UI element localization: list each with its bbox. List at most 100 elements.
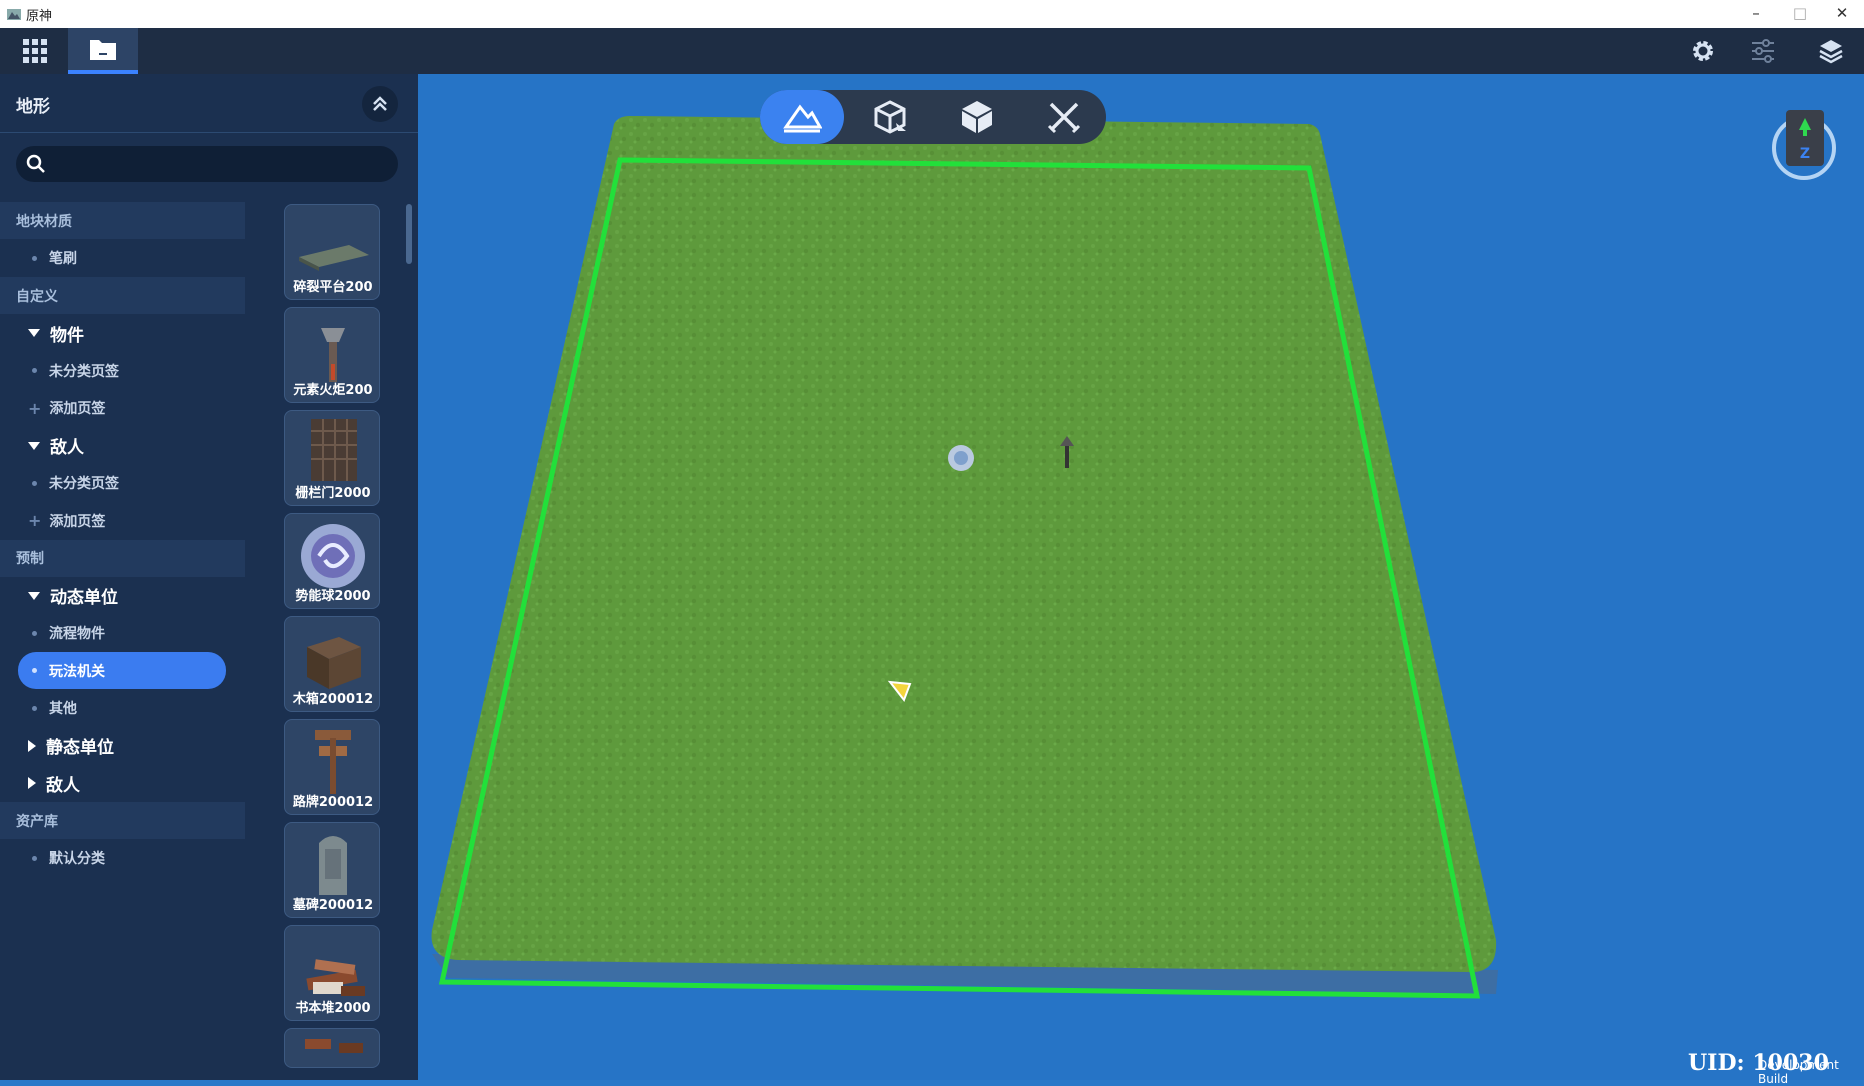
asset-thumbnail[interactable]: 木箱200012 (284, 616, 380, 712)
combat-tool-icon (1047, 102, 1081, 134)
tree-section-header: 预制 (0, 539, 245, 577)
layers-button[interactable] (1796, 28, 1864, 74)
tree-item-label: 未分类页签 (49, 363, 119, 380)
folder-icon (90, 40, 116, 60)
tree-item[interactable]: 流程物件 (0, 615, 245, 652)
asset-thumbnail[interactable]: 元素火炬200 (284, 307, 380, 403)
tree-group[interactable]: 物件 (0, 315, 245, 352)
bullet-icon (32, 630, 37, 636)
asset-label: 路牌200012 (292, 795, 374, 810)
bullet-icon (32, 668, 37, 673)
tree-item-label: 笔刷 (49, 251, 77, 267)
object-tool-button[interactable] (848, 90, 932, 144)
axis-gizmo[interactable]: Z (1770, 108, 1840, 180)
tree-item[interactable]: 未分类页签 (0, 465, 245, 502)
combat-tool-button[interactable] (1022, 90, 1106, 144)
cube-tool-button[interactable] (935, 90, 1019, 144)
tree-item-label: 自定义 (16, 288, 58, 305)
collapse-sidebar-button[interactable] (362, 86, 398, 122)
tree-item[interactable]: 默认分类 (0, 840, 245, 877)
asset-label: 墓碑200012 (292, 898, 374, 913)
tree-group[interactable]: 敌人 (0, 765, 245, 802)
search-icon (26, 154, 45, 173)
tree-item-label: 默认分类 (49, 851, 105, 867)
tree-item-label: 流程物件 (49, 626, 105, 642)
caret-right-icon[interactable] (28, 739, 36, 752)
tree-item-label: 资产库 (16, 813, 58, 830)
grid-icon (23, 39, 47, 63)
tree-item-label: 添加页签 (49, 513, 106, 530)
plus-icon: + (28, 511, 42, 530)
editor-topbar (0, 28, 1864, 74)
window-titlebar: 原神 – □ ✕ (0, 0, 1864, 29)
search-input[interactable] (56, 152, 390, 178)
tree-section-header: 资产库 (0, 802, 245, 839)
close-button[interactable]: ✕ (1820, 0, 1864, 28)
tree-group[interactable]: 敌人 (0, 427, 245, 464)
asset-thumbnail[interactable] (284, 1028, 380, 1068)
tree-item-label: 敌人 (50, 438, 84, 458)
caret-right-icon[interactable] (28, 777, 36, 789)
asset-thumbnail[interactable]: 栅栏门2000 (284, 410, 380, 506)
sidebar-header: 地形 (0, 74, 418, 133)
maximize-button[interactable]: □ (1778, 0, 1822, 28)
asset-thumbnail[interactable]: 路牌200012 (284, 719, 380, 815)
caret-down-icon[interactable] (28, 591, 40, 600)
tree-item[interactable]: 未分类页签 (0, 352, 245, 389)
bullet-icon (32, 255, 37, 261)
tree-item[interactable]: 其他 (0, 690, 245, 727)
adjust-button[interactable] (1728, 28, 1798, 74)
tree-item-label: 未分类页签 (49, 476, 119, 492)
asset-thumbnail[interactable]: 书本堆2000 (284, 925, 380, 1021)
add-tab-item[interactable]: + 添加页签 (0, 390, 245, 427)
tree-item-label: 地块材质 (16, 213, 72, 230)
tree-section-header: 地块材质 (0, 202, 245, 239)
tree-group[interactable]: 动态单位 (0, 577, 245, 614)
asset-thumbnail[interactable]: 碎裂平台200 (284, 204, 380, 300)
caret-down-icon[interactable] (28, 441, 40, 450)
asset-label: 元素火炬200 (293, 383, 373, 398)
minimize-button[interactable]: – (1734, 0, 1778, 28)
object-tool-icon (874, 100, 906, 134)
asset-list-scrollbar[interactable] (406, 204, 412, 264)
search-box[interactable] (16, 146, 398, 182)
bullet-icon (32, 368, 37, 373)
tree-item-label: 敌人 (46, 775, 80, 796)
bullet-icon (32, 855, 37, 861)
development-build-label: Development Build (1758, 1058, 1839, 1086)
layers-icon (1819, 40, 1843, 64)
window-title: 原神 (26, 9, 53, 24)
add-tab-item[interactable]: + 添加页签 (0, 502, 245, 539)
axis-label: Z (1800, 146, 1810, 162)
asset-label: 势能球2000 (295, 589, 371, 604)
assets-folder-tab[interactable] (68, 28, 138, 74)
mode-toolbar (760, 90, 1106, 144)
tree-item-label: 静态单位 (46, 738, 114, 758)
terrain-tool-icon (783, 104, 822, 133)
asset-label: 书本堆2000 (295, 1001, 371, 1016)
partial-asset-icon (305, 1039, 363, 1053)
asset-thumbnail[interactable]: 势能球2000 (284, 513, 380, 609)
bullet-icon (32, 480, 37, 486)
energy-orb-object[interactable] (948, 445, 974, 471)
cube-tool-icon (962, 101, 992, 133)
terrain-platform (431, 116, 1497, 973)
tree-item-label: 物件 (50, 325, 84, 346)
tree-group[interactable]: 静态单位 (0, 727, 245, 764)
tree-item-label: 玩法机关 (49, 663, 105, 680)
plus-icon: + (28, 398, 42, 418)
tree-item-label: 动态单位 (50, 588, 118, 608)
tree-item-selected[interactable]: 玩法机关 (18, 652, 226, 689)
bullet-icon (32, 705, 37, 711)
tree-item-label: 其他 (49, 701, 77, 717)
caret-down-icon[interactable] (28, 329, 40, 337)
apps-grid-button[interactable] (0, 28, 70, 74)
terrain-tool-button[interactable] (760, 90, 844, 144)
asset-label: 碎裂平台200 (293, 280, 373, 295)
asset-thumbnail[interactable]: 墓碑200012 (284, 822, 380, 918)
tree-item[interactable]: 笔刷 (0, 240, 245, 277)
scene-viewport[interactable]: Z (418, 74, 1864, 1080)
asset-sidebar: 地形 地块材质 笔刷 自定义 物件 未分类页签 + 添加页签 敌人 未分类页签 + 添加页签 预制 动态… (0, 74, 418, 1080)
asset-label: 木箱200012 (292, 692, 374, 707)
tree-section-header: 自定义 (0, 277, 245, 314)
